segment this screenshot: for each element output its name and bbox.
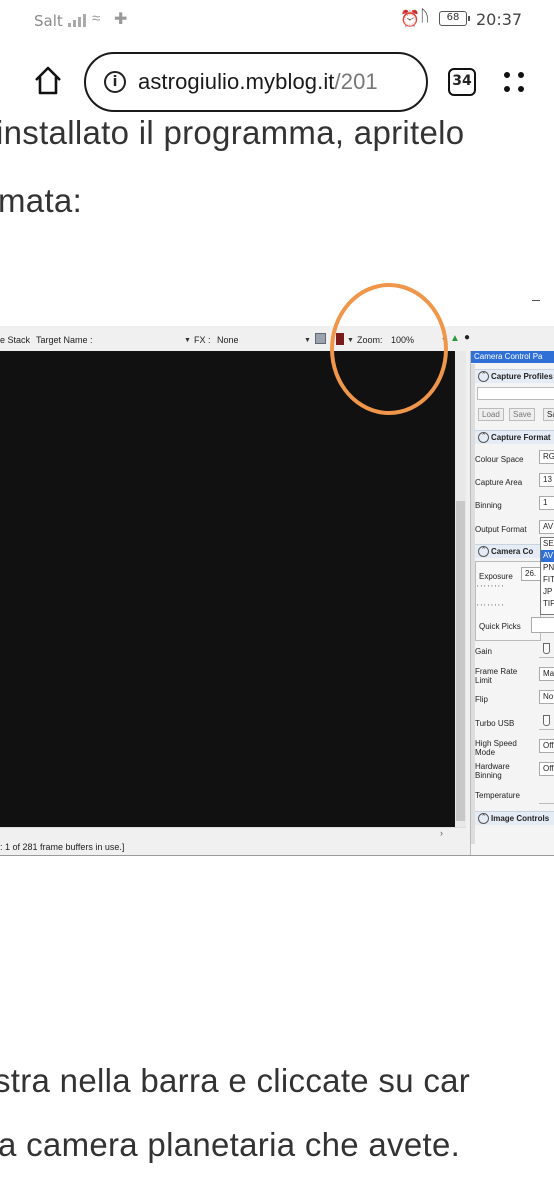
fx-dropdown-icon[interactable]: ▼	[304, 337, 311, 344]
output-format-label: Output Format	[475, 525, 527, 534]
dropdown-option-selected[interactable]: AV	[541, 550, 554, 562]
dropdown-option[interactable]: JP	[541, 586, 554, 598]
dropdown-option[interactable]: FIT	[541, 574, 554, 586]
temperature-slider-track	[539, 803, 554, 804]
section-image-controls-label: Image Controls	[491, 814, 550, 823]
section-capture-format-label: Capture Format	[491, 433, 551, 442]
dropdown-option[interactable]: PN	[541, 562, 554, 574]
target-name-label: Target Name :	[36, 335, 93, 345]
load-button[interactable]: Load	[478, 408, 504, 421]
fx-value[interactable]: None	[217, 335, 239, 345]
temperature-label: Temperature	[475, 791, 520, 800]
hw-binning-label-1: Hardware	[475, 762, 510, 771]
fx-label: FX :	[194, 335, 211, 345]
battery-level: 68	[446, 12, 460, 23]
vertical-scroll-thumb[interactable]	[456, 501, 465, 821]
capture-area-select[interactable]: 13	[539, 473, 554, 487]
divider-dash	[532, 300, 540, 301]
collapse-icon: ˆ	[478, 432, 489, 443]
frame-rate-label-1: Frame Rate	[475, 667, 518, 676]
horizontal-scrollbar[interactable]: ›	[0, 827, 466, 839]
frame-rate-select[interactable]: Ma	[539, 667, 554, 681]
flip-select[interactable]: No	[539, 690, 554, 704]
address-bar[interactable]: i astrogiulio.myblog.it/201	[84, 52, 428, 112]
article-text-line-3: stra nella barra e cliccate su car	[0, 1062, 471, 1099]
collapse-icon: ˆ	[478, 813, 489, 824]
clock: 20:37	[476, 10, 523, 29]
hw-binning-label-2: Binning	[475, 771, 502, 780]
section-camera-controls[interactable]: ˆ Camera Co	[475, 544, 541, 558]
exposure-label: Exposure	[479, 572, 513, 581]
url-host: astrogiulio.myblog.it	[138, 69, 335, 94]
site-info-icon[interactable]: i	[104, 71, 126, 93]
section-camera-controls-label: Camera Co	[491, 547, 534, 556]
scroll-right-icon[interactable]: ›	[440, 828, 443, 838]
article-text-line-4: a camera planetaria che avete.	[0, 1126, 461, 1163]
high-speed-label-1: High Speed	[475, 739, 517, 748]
signal-icon	[68, 11, 88, 27]
frame-rate-label-2: Limit	[475, 676, 492, 685]
zoom-highlight-circle	[330, 283, 448, 415]
article-text-line-1: installato il programma, apritelo	[0, 114, 465, 151]
dropdown-option[interactable]: SE	[541, 538, 554, 550]
colour-space-select[interactable]: RG	[539, 450, 554, 464]
profile-select[interactable]	[477, 387, 554, 400]
quick-picks-select[interactable]	[531, 617, 554, 633]
high-speed-select[interactable]: Off	[539, 739, 554, 753]
tab-count: 34	[452, 73, 472, 89]
home-icon	[35, 66, 61, 95]
collapse-icon: ˆ	[478, 371, 489, 382]
exposure-slider-ticks-2[interactable]: ''''''''	[477, 603, 505, 612]
section-capture-format[interactable]: ˆ Capture Format	[475, 430, 554, 444]
url-text[interactable]: astrogiulio.myblog.it/201	[138, 69, 378, 95]
tab-switcher-button[interactable]: 34	[448, 68, 476, 96]
save-as-button[interactable]: Sa	[543, 408, 554, 421]
quick-picks-label: Quick Picks	[479, 622, 521, 631]
section-image-controls[interactable]: ˆ Image Controls	[475, 811, 554, 825]
turbo-usb-slider[interactable]	[543, 715, 550, 726]
output-format-select[interactable]: AV	[539, 520, 554, 534]
turbo-usb-label: Turbo USB	[475, 719, 515, 728]
stack-label: e Stack	[0, 335, 31, 345]
section-capture-profiles-label: Capture Profiles	[491, 372, 553, 381]
url-path: /201	[334, 69, 378, 94]
status-line: : 1 of 281 frame buffers in use.]	[0, 842, 125, 852]
panel-title: Camera Control Pa	[471, 351, 554, 363]
target-dropdown-icon[interactable]: ▼	[184, 337, 191, 344]
flip-label: Flip	[475, 695, 488, 704]
exposure-field[interactable]: 26.	[521, 567, 541, 581]
capture-software-screenshot: e Stack Target Name : ▼ FX : None ▼ ▼ Zo…	[0, 326, 554, 856]
hw-binning-select[interactable]: Off	[539, 762, 554, 776]
article-text-line-2: mata:	[0, 182, 83, 219]
browser-menu-button[interactable]	[500, 68, 528, 96]
carrier-name: Salt	[34, 12, 63, 30]
bluetooth-icon: ᚢ	[420, 8, 430, 25]
vertical-scrollbar[interactable]	[455, 351, 466, 827]
exposure-slider-ticks[interactable]: ''''''''	[477, 584, 505, 593]
status-bar: Salt ≈ ✚ ⏰ ᚢ 68 20:37	[0, 0, 554, 40]
magnifier-icon[interactable]: ●	[464, 332, 470, 343]
data-saver-icon: ✚	[114, 11, 128, 28]
binning-label: Binning	[475, 501, 502, 510]
reticle-icon[interactable]	[315, 333, 326, 344]
section-capture-profiles[interactable]: ˆ Capture Profiles	[475, 369, 554, 383]
gain-label: Gain	[475, 647, 492, 656]
wifi-icon: ≈	[92, 10, 101, 27]
gain-slider-track	[539, 657, 554, 658]
home-button[interactable]	[30, 62, 66, 98]
collapse-icon: ˆ	[478, 546, 489, 557]
output-format-dropdown-list[interactable]: SE AV PN FIT JP TIF	[540, 537, 554, 615]
high-speed-label-2: Mode	[475, 748, 496, 757]
histogram-icon[interactable]: ▲	[450, 333, 460, 344]
dropdown-option[interactable]: TIF	[541, 598, 554, 610]
colour-space-label: Colour Space	[475, 455, 524, 464]
preview-canvas[interactable]	[0, 351, 455, 827]
alarm-icon: ⏰	[400, 11, 420, 28]
binning-select[interactable]: 1	[539, 496, 554, 510]
turbo-usb-slider-track	[539, 729, 554, 730]
capture-area-label: Capture Area	[475, 478, 523, 487]
save-button[interactable]: Save	[509, 408, 536, 421]
gain-slider[interactable]	[543, 643, 550, 654]
battery-icon: 68	[439, 11, 470, 26]
